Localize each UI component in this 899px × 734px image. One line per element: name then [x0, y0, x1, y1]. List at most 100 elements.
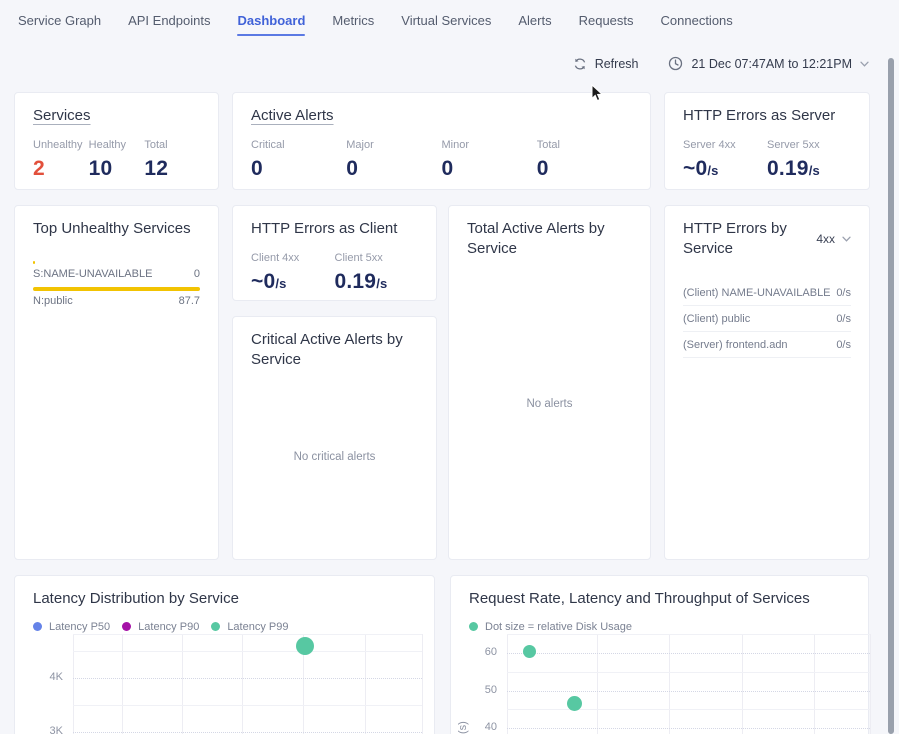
time-range-value: 21 Dec 07:47AM to 12:21PM: [691, 57, 852, 71]
legend-item[interactable]: Dot size = relative Disk Usage: [469, 621, 632, 633]
services-card-title[interactable]: Services: [33, 106, 200, 126]
stat-label: Healthy: [89, 139, 145, 151]
refresh-label: Refresh: [595, 57, 639, 71]
top-unhealthy-card: Top Unhealthy Services S:NAME-UNAVAILABL…: [14, 205, 219, 560]
latency-scatter-plot[interactable]: 4K3K: [73, 634, 422, 734]
error-rate: 0/s: [836, 313, 851, 325]
gridline-major: [507, 728, 870, 729]
table-row[interactable]: (Client) NAME-UNAVAILABLE0/s: [683, 280, 851, 306]
http-errors-client-title: HTTP Errors as Client: [251, 219, 418, 239]
error-rate-list: (Client) NAME-UNAVAILABLE0/s (Client) pu…: [683, 280, 851, 358]
stat-label: Client 4xx: [251, 252, 335, 264]
top-nav: Service Graph API Endpoints Dashboard Me…: [0, 0, 899, 40]
unhealthy-count: 2: [33, 157, 89, 181]
tab-metrics[interactable]: Metrics: [332, 7, 374, 34]
active-alerts-card: Active Alerts Critical0 Major0 Minor0 To…: [232, 92, 651, 190]
legend-dot-icon: [211, 622, 220, 631]
tab-alerts[interactable]: Alerts: [518, 7, 551, 34]
stat-label: Minor: [442, 139, 537, 151]
gridline-vertical: [122, 634, 123, 734]
legend-dot-icon: [122, 622, 131, 631]
http-errors-by-service-card: HTTP Errors by Service 4xx (Client) NAME…: [664, 205, 870, 560]
legend-item[interactable]: Latency P99: [211, 621, 288, 633]
gridline-vertical: [742, 634, 743, 734]
critical-alerts-title: Critical Active Alerts by Service: [251, 330, 418, 369]
tab-requests[interactable]: Requests: [579, 7, 634, 34]
table-row[interactable]: (Client) public 0/s: [683, 306, 851, 332]
chart-data-point[interactable]: [567, 696, 582, 711]
http-errors-client-card: HTTP Errors as Client Client 4xx ~0/s Cli…: [232, 205, 437, 301]
total-alerts-card: Total Active Alerts by Service No alerts: [448, 205, 651, 560]
latency-chart-title: Latency Distribution by Service: [33, 589, 416, 609]
service-score: 87.7: [179, 295, 200, 307]
tab-connections[interactable]: Connections: [661, 7, 733, 34]
request-rate-chart-title: Request Rate, Latency and Throughput of …: [469, 589, 850, 609]
chart-legend: Latency P50 Latency P90 Latency P99: [33, 621, 416, 633]
request-rate-card: Request Rate, Latency and Throughput of …: [450, 575, 869, 734]
unhealthy-bar: [33, 261, 35, 265]
refresh-icon: [573, 57, 587, 71]
healthy-count: 10: [89, 157, 145, 181]
http-errors-by-service-title: HTTP Errors by Service: [683, 219, 808, 258]
tab-dashboard[interactable]: Dashboard: [237, 7, 305, 34]
gridline-major: [507, 653, 870, 654]
active-alerts-card-title[interactable]: Active Alerts: [251, 106, 632, 126]
gridline-vertical: [242, 634, 243, 734]
service-name: (Client) public: [683, 313, 750, 325]
tab-virtual-services[interactable]: Virtual Services: [401, 7, 491, 34]
stat-label: Unhealthy: [33, 139, 89, 151]
minor-count: 0: [442, 157, 537, 181]
gridline-vertical: [597, 634, 598, 734]
table-row[interactable]: (Server) frontend.adn 0/s: [683, 332, 851, 358]
client-5xx-rate: 0.19/s: [335, 270, 419, 294]
client-4xx-rate: ~0/s: [251, 270, 335, 294]
gridline-minor: [507, 709, 870, 710]
vertical-scrollbar[interactable]: [888, 58, 894, 734]
empty-state-text: No critical alerts: [233, 451, 436, 463]
list-item[interactable]: N:public87.7: [33, 287, 200, 307]
plot-top-border: [507, 634, 870, 635]
refresh-button[interactable]: Refresh: [573, 57, 639, 71]
gridline-vertical: [422, 634, 423, 734]
gridline-major: [73, 678, 422, 679]
legend-item[interactable]: Latency P50: [33, 621, 110, 633]
chart-data-point[interactable]: [523, 645, 536, 658]
request-rate-scatter-plot[interactable]: 605040: [507, 634, 870, 734]
error-rate: 0/s: [836, 339, 851, 351]
stat-label: Server 5xx: [767, 139, 851, 151]
y-axis-label: (s): [457, 721, 469, 734]
total-alerts-title: Total Active Alerts by Service: [467, 219, 632, 258]
gridline-minor: [507, 672, 870, 673]
y-tick-label: 50: [455, 684, 497, 696]
chart-data-point[interactable]: [296, 637, 314, 655]
chevron-down-icon: [842, 236, 851, 242]
legend-item[interactable]: Latency P90: [122, 621, 199, 633]
stat-label: Total: [144, 139, 200, 151]
gridline-vertical: [870, 634, 871, 734]
y-tick-label: 60: [455, 646, 497, 658]
http-errors-server-stats: Server 4xx~0/s Server 5xx0.19/s: [683, 139, 851, 181]
stat-label: Client 5xx: [335, 252, 419, 264]
service-name: (Server) frontend.adn: [683, 339, 788, 351]
http-errors-server-title: HTTP Errors as Server: [683, 106, 851, 126]
gridline-major: [507, 691, 870, 692]
error-type-filter[interactable]: 4xx: [816, 232, 851, 246]
tab-api-endpoints[interactable]: API Endpoints: [128, 7, 210, 34]
major-count: 0: [346, 157, 441, 181]
service-score: 0: [194, 268, 200, 280]
stat-label: Server 4xx: [683, 139, 767, 151]
services-stats: Unhealthy2 Healthy10 Total12: [33, 139, 200, 181]
server-5xx-rate: 0.19/s: [767, 157, 851, 181]
tab-service-graph[interactable]: Service Graph: [18, 7, 101, 34]
error-rate: 0/s: [836, 287, 851, 299]
chevron-down-icon: [860, 61, 869, 67]
stat-label: Critical: [251, 139, 346, 151]
gridline-vertical: [814, 634, 815, 734]
gridline-minor: [73, 651, 422, 652]
list-item[interactable]: S:NAME-UNAVAILABLE 0: [33, 261, 200, 281]
stat-label: Total: [537, 139, 632, 151]
time-range-picker[interactable]: 21 Dec 07:47AM to 12:21PM: [668, 56, 869, 71]
gridline-major: [73, 732, 422, 733]
services-card: Services Unhealthy2 Healthy10 Total12: [14, 92, 219, 190]
service-name: S:NAME-UNAVAILABLE: [33, 268, 152, 280]
